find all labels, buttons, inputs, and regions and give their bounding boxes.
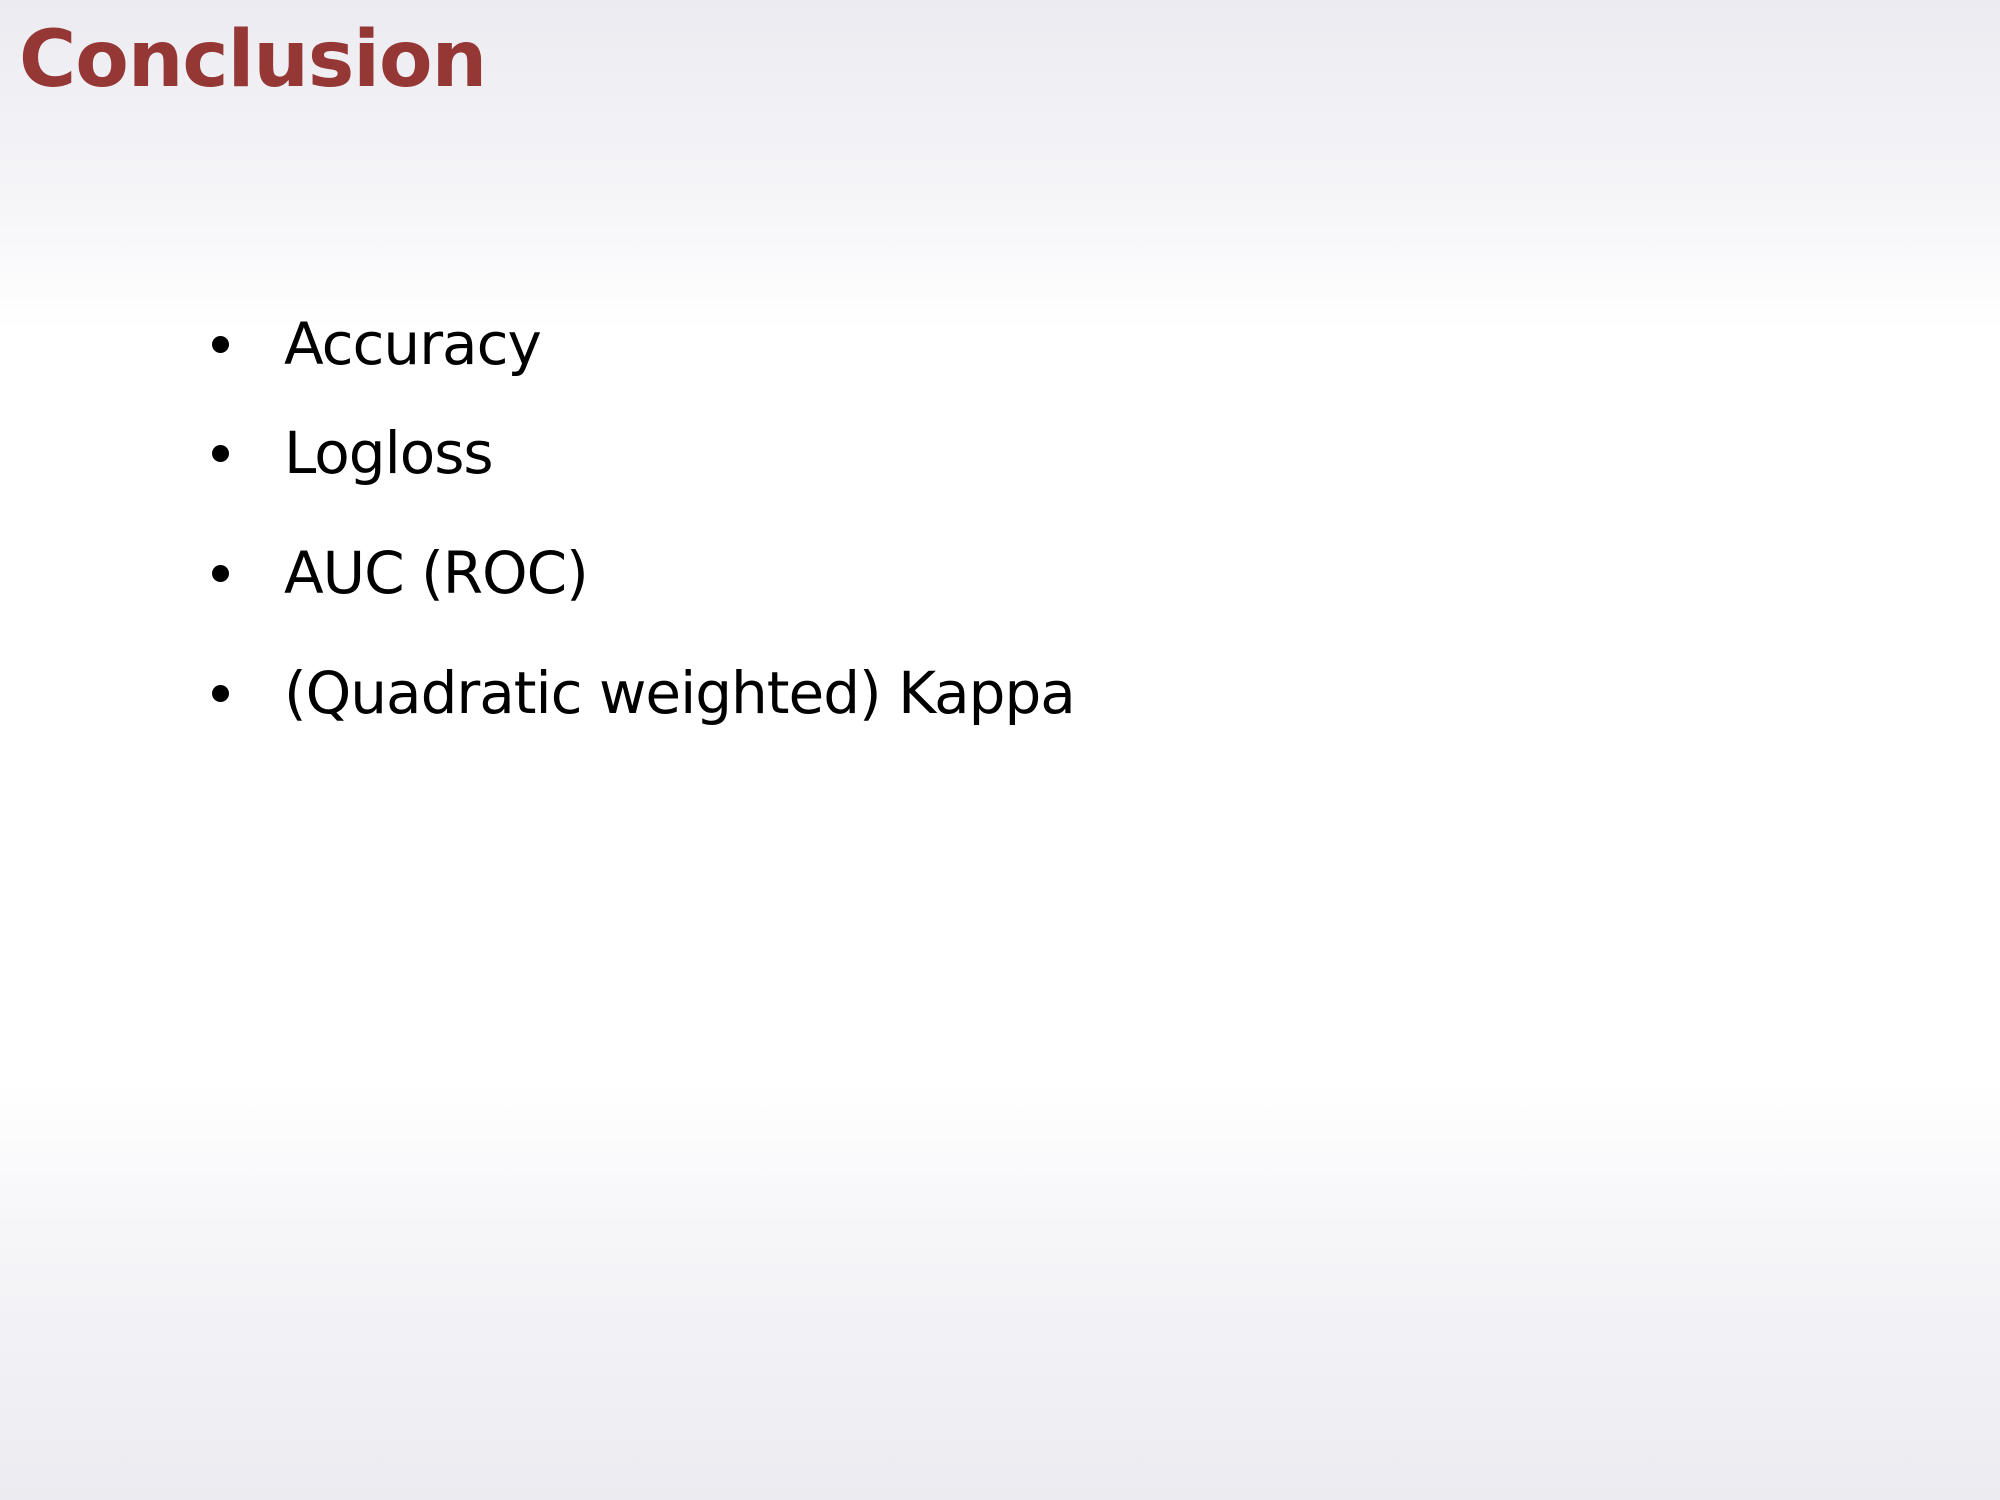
bullet-text: Accuracy	[284, 310, 542, 378]
bullet-item-logloss: Logloss	[0, 413, 1200, 493]
bullet-dot-icon	[212, 685, 229, 702]
bullet-dot-icon	[212, 445, 229, 462]
bullet-text: Logloss	[284, 419, 494, 487]
bullet-dot-icon	[212, 565, 229, 582]
slide-title: Conclusion	[19, 15, 487, 105]
slide: Conclusion Accuracy Logloss AUC (ROC) (Q…	[0, 0, 2000, 1500]
bullet-item-auc-roc: AUC (ROC)	[0, 533, 1200, 613]
bullet-text: (Quadratic weighted) Kappa	[284, 659, 1076, 727]
bullet-item-accuracy: Accuracy	[0, 304, 1200, 384]
bullet-item-kappa: (Quadratic weighted) Kappa	[0, 653, 1200, 733]
bullet-text: AUC (ROC)	[284, 539, 589, 607]
bullet-dot-icon	[212, 336, 229, 353]
